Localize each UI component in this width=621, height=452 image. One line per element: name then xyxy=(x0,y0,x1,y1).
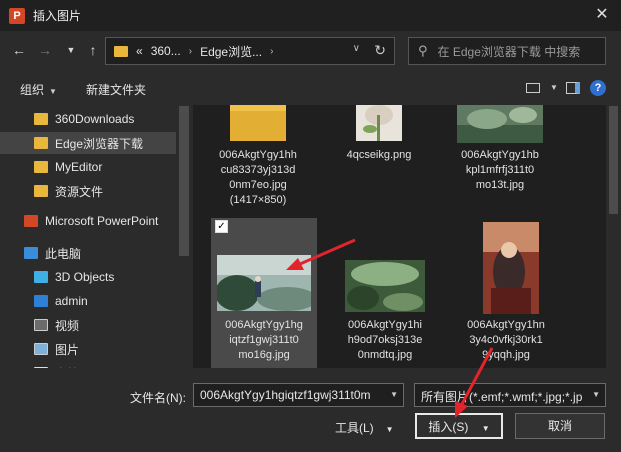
up-arrow-icon[interactable]: ↑ xyxy=(84,41,102,59)
change-view-icon[interactable] xyxy=(526,83,540,93)
sidebar-item-label: 图片 xyxy=(55,342,80,357)
command-bar: 组织 ▼ 新建文件夹 ▼ ? xyxy=(0,71,621,105)
sidebar-item-videos[interactable]: 视频 xyxy=(0,314,176,336)
breadcrumb-item[interactable]: 360... xyxy=(151,44,181,58)
video-icon xyxy=(34,319,48,331)
sidebar-item-label: Edge浏览器下载 xyxy=(55,136,144,151)
image-thumbnail xyxy=(457,105,543,143)
sidebar-item-3d-objects[interactable]: 3D Objects xyxy=(0,266,176,288)
window-title: 插入图片 xyxy=(33,9,82,23)
folder-icon xyxy=(34,185,48,197)
item-checkbox[interactable]: ✓ xyxy=(215,220,228,233)
chevron-down-icon[interactable]: ▼ xyxy=(592,390,600,399)
filename-combobox[interactable]: 006AkgtYgy1hgiqtzf1gwj311t0m ▼ xyxy=(193,383,404,407)
file-name: 4qcseikg.png xyxy=(346,149,412,161)
insert-button[interactable]: 插入(S) ▼ xyxy=(415,413,503,439)
preview-pane-icon[interactable] xyxy=(566,82,580,94)
folder-thumbnail xyxy=(230,105,286,141)
view-options-caret-icon[interactable]: ▼ xyxy=(550,83,558,92)
sidebar-item-edge-downloads[interactable]: Edge浏览器下载 xyxy=(0,132,176,154)
address-dropdown-icon[interactable]: ∨ xyxy=(353,43,360,54)
sidebar-item-resources[interactable]: 资源文件 xyxy=(0,180,176,202)
sidebar-item-myeditor[interactable]: MyEditor xyxy=(0,156,176,178)
dialog-footer: 文件名(N): 006AkgtYgy1hgiqtzf1gwj311t0m ▼ 所… xyxy=(0,368,621,452)
sidebar-item-powerpoint[interactable]: Microsoft PowerPoint xyxy=(0,210,176,232)
folder-icon xyxy=(34,161,48,173)
image-thumbnail xyxy=(217,255,311,311)
computer-icon xyxy=(24,247,38,259)
help-icon[interactable]: ? xyxy=(590,80,606,96)
image-thumbnail xyxy=(483,222,539,314)
sidebar-item-admin[interactable]: admin xyxy=(0,290,176,312)
recent-locations-chevron-icon[interactable]: ▼ xyxy=(62,41,80,59)
search-placeholder: 在 Edge浏览器下载 中搜索 xyxy=(437,44,581,59)
forward-arrow-icon[interactable]: → xyxy=(36,41,54,59)
file-name: 006AkgtYgy1hh cu83373yj313d 0nm7eo.jpg (… xyxy=(219,149,297,206)
folder-icon xyxy=(114,45,128,57)
filetype-select[interactable]: 所有图片(*.emf;*.wmf;*.jpg;*.jp ▼ xyxy=(414,383,606,407)
sidebar-item-label: 360Downloads xyxy=(55,112,135,126)
chevron-down-icon[interactable]: ▼ xyxy=(390,390,398,399)
folder-icon xyxy=(34,113,48,125)
breadcrumb-overflow[interactable]: « xyxy=(136,44,143,58)
refresh-icon[interactable]: ↻ xyxy=(374,42,386,59)
search-box[interactable]: ⚲ 在 Edge浏览器下载 中搜索 xyxy=(408,37,606,65)
caret-down-icon: ▼ xyxy=(49,87,57,96)
file-item[interactable]: 006AkgtYgy1hb kpl1mfrfj311t0 mo13t.jpg xyxy=(447,105,553,205)
tools-label: 工具(L) xyxy=(335,421,374,435)
file-name: 006AkgtYgy1hb kpl1mfrfj311t0 mo13t.jpg xyxy=(461,149,539,191)
file-name: 006AkgtYgy1hn 3y4c0vfkj30rk1 9yqqh.jpg xyxy=(467,319,545,361)
file-item-selected[interactable]: 006AkgtYgy1hg iqtzf1gwj311t0 mo16g.jpg xyxy=(211,218,317,368)
pictures-icon xyxy=(34,343,48,355)
file-item[interactable]: 006AkgtYgy1hi h9od7oksj313e 0nmdtq.jpg xyxy=(332,218,438,368)
image-thumbnail xyxy=(356,105,402,141)
filetype-value: 所有图片(*.emf;*.wmf;*.jpg;*.jp xyxy=(421,390,583,404)
address-bar[interactable]: « 360... › Edge浏览... › ∨ ↻ xyxy=(105,37,395,65)
filename-label: 文件名(N): xyxy=(130,391,186,405)
cancel-button[interactable]: 取消 xyxy=(515,413,605,439)
title-bar: P 插入图片 ✕ xyxy=(0,0,621,31)
file-list: 006AkgtYgy1hh cu83373yj313d 0nm7eo.jpg (… xyxy=(193,105,606,368)
sidebar-scrollbar-thumb[interactable] xyxy=(179,106,189,256)
sidebar-item-label: 资源文件 xyxy=(55,184,104,199)
file-item[interactable]: 4qcseikg.png xyxy=(326,105,432,165)
sidebar-item-label: Microsoft PowerPoint xyxy=(45,214,159,228)
file-item[interactable]: 006AkgtYgy1hh cu83373yj313d 0nm7eo.jpg (… xyxy=(205,105,311,217)
filename-value: 006AkgtYgy1hgiqtzf1gwj311t0m xyxy=(200,388,371,402)
file-item[interactable]: 006AkgtYgy1hn 3y4c0vfkj30rk1 9yqqh.jpg xyxy=(453,218,559,368)
back-arrow-icon[interactable]: ← xyxy=(10,41,28,59)
caret-down-icon: ▼ xyxy=(385,425,394,434)
insert-options-caret-icon[interactable]: ▼ xyxy=(482,424,490,433)
new-folder-button[interactable]: 新建文件夹 xyxy=(86,81,146,98)
desktop-icon xyxy=(34,295,48,307)
navigation-bar: ← → ▼ ↑ « 360... › Edge浏览... › ∨ ↻ ⚲ 在 E… xyxy=(0,31,621,71)
tools-menu[interactable]: 工具(L) ▼ xyxy=(335,419,394,436)
sidebar-item-label: 此电脑 xyxy=(45,246,82,261)
search-icon: ⚲ xyxy=(418,43,428,58)
organize-menu[interactable]: 组织 ▼ xyxy=(20,81,57,98)
insert-label: 插入(S) xyxy=(428,420,469,434)
breadcrumb-item[interactable]: Edge浏览... xyxy=(200,43,262,60)
sidebar-item-pictures[interactable]: 图片 xyxy=(0,338,176,360)
file-name: 006AkgtYgy1hi h9od7oksj313e 0nmdtq.jpg xyxy=(347,319,423,361)
file-list-scrollbar-thumb[interactable] xyxy=(609,106,618,214)
file-name: 006AkgtYgy1hg iqtzf1gwj311t0 mo16g.jpg xyxy=(225,319,303,361)
sidebar-item-360downloads[interactable]: 360Downloads xyxy=(0,108,176,130)
breadcrumb-separator-icon[interactable]: › xyxy=(270,46,273,57)
organize-label: 组织 xyxy=(20,83,45,97)
navigation-pane: 360Downloads Edge浏览器下载 MyEditor 资源文件 Mic… xyxy=(0,105,193,368)
folder-icon xyxy=(34,137,48,149)
powerpoint-icon xyxy=(24,215,38,227)
close-icon[interactable]: ✕ xyxy=(593,6,611,24)
powerpoint-app-icon: P xyxy=(9,7,25,24)
3d-objects-icon xyxy=(34,271,48,283)
sidebar-item-label: 3D Objects xyxy=(55,270,115,284)
sidebar-item-label: MyEditor xyxy=(55,160,103,174)
breadcrumb-separator-icon[interactable]: › xyxy=(189,46,192,57)
sidebar-item-this-pc[interactable]: 此电脑 xyxy=(0,242,176,264)
sidebar-item-label: admin xyxy=(55,294,88,308)
image-thumbnail xyxy=(345,260,425,312)
sidebar-item-label: 视频 xyxy=(55,318,80,333)
